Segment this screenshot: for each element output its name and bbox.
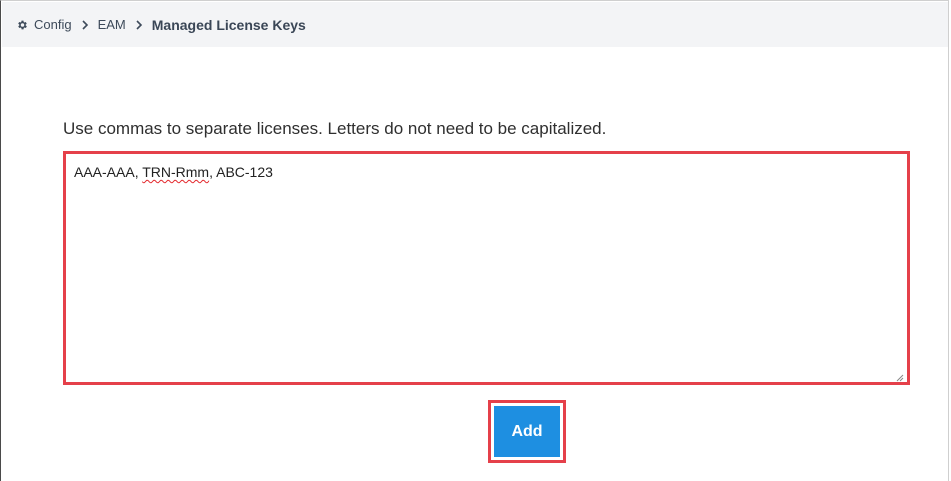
misspelled-license-text: TRN-Rmm — [142, 164, 210, 180]
chevron-right-icon — [81, 19, 89, 30]
add-button[interactable]: Add — [494, 406, 560, 457]
license-keys-highlight: AAA-AAA, TRN-Rmm, ABC-123 — [63, 151, 910, 385]
breadcrumb: Config EAM Managed License Keys — [2, 2, 948, 47]
breadcrumb-item-config[interactable]: Config — [34, 17, 72, 32]
chevron-right-icon — [135, 19, 143, 30]
resize-handle-icon[interactable] — [894, 369, 904, 382]
instructions-text: Use commas to separate licenses. Letters… — [63, 119, 607, 138]
page-frame: Config EAM Managed License Keys Use comm… — [0, 0, 949, 481]
gear-icon — [16, 19, 28, 31]
license-keys-textarea[interactable]: AAA-AAA, TRN-Rmm, ABC-123 — [66, 154, 907, 382]
add-button-highlight: Add — [488, 400, 566, 463]
breadcrumb-item-eam[interactable]: EAM — [98, 17, 126, 32]
license-text-part: , ABC-123 — [209, 164, 273, 180]
license-text-part: AAA-AAA, — [74, 164, 143, 180]
page-title: Managed License Keys — [151, 16, 306, 33]
